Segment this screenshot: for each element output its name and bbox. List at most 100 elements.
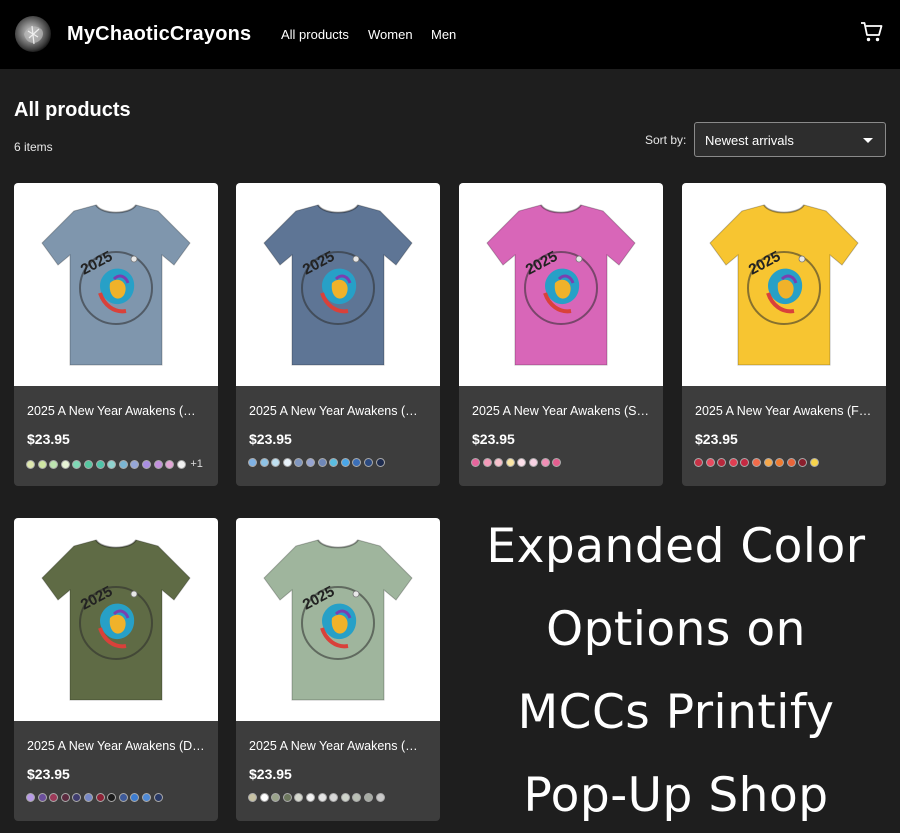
- more-colors-count: +1: [190, 458, 203, 470]
- product-image[interactable]: 2025: [236, 183, 440, 386]
- product-card[interactable]: 2025 2025 A New Year Awakens (… $23.95: [236, 518, 440, 821]
- color-swatch[interactable]: [95, 459, 105, 469]
- color-swatch[interactable]: [259, 793, 269, 802]
- product-card[interactable]: 2025 2025 A New Year Awakens (S… $23.95: [459, 183, 663, 486]
- color-swatch[interactable]: [352, 458, 362, 467]
- color-swatch[interactable]: [809, 458, 819, 467]
- color-swatch[interactable]: [775, 458, 785, 467]
- color-swatch[interactable]: [363, 793, 373, 802]
- color-swatch[interactable]: [107, 459, 117, 469]
- color-swatch[interactable]: [83, 459, 93, 469]
- product-image[interactable]: 2025: [14, 183, 218, 386]
- color-swatch[interactable]: [271, 458, 281, 467]
- color-swatch[interactable]: [552, 458, 562, 467]
- color-swatch[interactable]: [26, 793, 35, 802]
- color-swatch[interactable]: [165, 459, 175, 469]
- product-card[interactable]: 2025 2025 A New Year Awakens (D… $23.95: [14, 518, 218, 821]
- sort-selected-value: Newest arrivals: [705, 133, 794, 148]
- color-swatches: [694, 458, 822, 467]
- product-title[interactable]: 2025 A New Year Awakens (…: [249, 404, 429, 418]
- product-title[interactable]: 2025 A New Year Awakens (D…: [27, 739, 207, 753]
- color-swatch[interactable]: [282, 458, 292, 467]
- color-swatch[interactable]: [130, 459, 140, 469]
- promo-line: MCCs Printify: [517, 685, 835, 740]
- color-swatch[interactable]: [37, 793, 47, 802]
- color-swatch[interactable]: [786, 458, 796, 467]
- color-swatch[interactable]: [705, 458, 715, 467]
- color-swatch[interactable]: [728, 458, 738, 467]
- product-image[interactable]: 2025: [459, 183, 663, 386]
- color-swatch[interactable]: [248, 458, 257, 467]
- color-swatch[interactable]: [49, 793, 59, 802]
- color-swatch[interactable]: [305, 458, 315, 467]
- color-swatch[interactable]: [259, 458, 269, 467]
- color-swatch[interactable]: [694, 458, 703, 467]
- color-swatch[interactable]: [37, 459, 47, 469]
- color-swatch[interactable]: [294, 458, 304, 467]
- color-swatch[interactable]: [130, 793, 140, 802]
- color-swatch[interactable]: [329, 793, 339, 802]
- product-card[interactable]: 2025 2025 A New Year Awakens (… $23.95 +…: [14, 183, 218, 486]
- color-swatch[interactable]: [305, 793, 315, 802]
- product-card[interactable]: 2025 2025 A New Year Awakens (… $23.95: [236, 183, 440, 486]
- nav-men[interactable]: Men: [431, 27, 456, 42]
- product-title[interactable]: 2025 A New Year Awakens (S…: [472, 404, 652, 418]
- color-swatch[interactable]: [505, 458, 515, 467]
- color-swatch[interactable]: [363, 458, 373, 467]
- product-title[interactable]: 2025 A New Year Awakens (…: [27, 404, 207, 418]
- color-swatch[interactable]: [317, 793, 327, 802]
- color-swatch[interactable]: [60, 793, 70, 802]
- color-swatch[interactable]: [95, 793, 105, 802]
- color-swatch[interactable]: [141, 793, 151, 802]
- product-image[interactable]: 2025: [682, 183, 886, 386]
- color-swatch[interactable]: [528, 458, 538, 467]
- color-swatch[interactable]: [153, 459, 163, 469]
- product-image[interactable]: 2025: [14, 518, 218, 721]
- color-swatch[interactable]: [176, 459, 186, 469]
- brand-name[interactable]: MyChaoticCrayons: [67, 23, 251, 46]
- item-count: 6 items: [14, 140, 53, 154]
- color-swatch[interactable]: [248, 793, 257, 802]
- color-swatch[interactable]: [49, 459, 59, 469]
- color-swatch[interactable]: [763, 458, 773, 467]
- color-swatch[interactable]: [107, 793, 117, 802]
- nav-all-products[interactable]: All products: [281, 27, 349, 42]
- color-swatch[interactable]: [540, 458, 550, 467]
- color-swatch[interactable]: [717, 458, 727, 467]
- color-swatch[interactable]: [375, 793, 385, 802]
- color-swatch[interactable]: [282, 793, 292, 802]
- product-card[interactable]: 2025 2025 A New Year Awakens (F… $23.95: [682, 183, 886, 486]
- color-swatch[interactable]: [375, 458, 385, 467]
- color-swatch[interactable]: [26, 459, 35, 469]
- color-swatch[interactable]: [329, 458, 339, 467]
- color-swatch[interactable]: [798, 458, 808, 467]
- color-swatch[interactable]: [340, 458, 350, 467]
- sort-select[interactable]: Newest arrivals: [694, 122, 886, 157]
- brand-logo[interactable]: [15, 16, 51, 52]
- color-swatch[interactable]: [60, 459, 70, 469]
- color-swatch[interactable]: [118, 793, 128, 802]
- color-swatch[interactable]: [294, 793, 304, 802]
- color-swatch[interactable]: [482, 458, 492, 467]
- color-swatch[interactable]: [141, 459, 151, 469]
- color-swatch[interactable]: [271, 793, 281, 802]
- nav-women[interactable]: Women: [368, 27, 413, 42]
- color-swatch[interactable]: [740, 458, 750, 467]
- color-swatch[interactable]: [118, 459, 128, 469]
- color-swatches: [26, 793, 165, 802]
- cart-icon[interactable]: [860, 20, 884, 44]
- product-title[interactable]: 2025 A New Year Awakens (…: [249, 739, 429, 753]
- color-swatch[interactable]: [83, 793, 93, 802]
- product-title[interactable]: 2025 A New Year Awakens (F…: [695, 404, 875, 418]
- color-swatch[interactable]: [153, 793, 163, 802]
- color-swatch[interactable]: [352, 793, 362, 802]
- color-swatch[interactable]: [72, 459, 82, 469]
- product-image[interactable]: 2025: [236, 518, 440, 721]
- color-swatch[interactable]: [494, 458, 504, 467]
- color-swatch[interactable]: [751, 458, 761, 467]
- color-swatch[interactable]: [72, 793, 82, 802]
- color-swatch[interactable]: [517, 458, 527, 467]
- color-swatch[interactable]: [340, 793, 350, 802]
- color-swatch[interactable]: [471, 458, 480, 467]
- color-swatch[interactable]: [317, 458, 327, 467]
